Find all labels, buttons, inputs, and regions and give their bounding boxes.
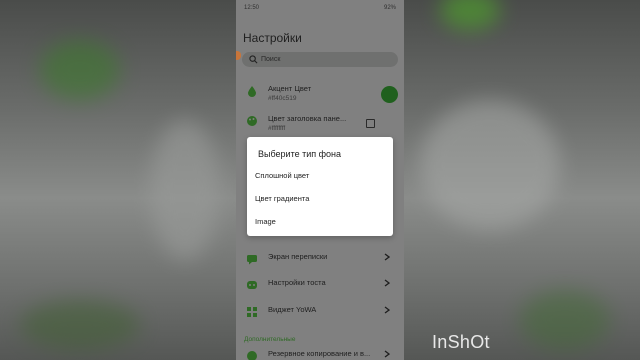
dialog-title: Выберите тип фона [258,149,341,159]
widget-label: Виджет YoWA [268,305,317,314]
header-color-label: Цвет заголовка пане... [268,114,347,123]
chat-screen-row[interactable]: Экран переписки [246,252,396,265]
status-bar: 12:50 92% [244,3,396,13]
chevron-right-icon [384,306,390,314]
accent-color-swatch[interactable] [381,86,398,103]
option-gradient-color[interactable]: Цвет градиента [255,194,309,203]
search-placeholder: Поиск [261,56,281,63]
inshot-watermark: InShOt [432,332,490,352]
toast-icon [247,281,257,289]
option-solid-color[interactable]: Сплошной цвет [255,171,309,180]
chevron-right-icon [384,350,390,358]
toast-settings-label: Настройки тоста [268,278,326,287]
droplet-icon [248,86,256,97]
header-color-value: #ffffffff [268,125,286,132]
chat-screen-label: Экран переписки [268,252,328,261]
widget-grid-icon [247,307,257,317]
status-battery: 92% [383,5,396,11]
status-time: 12:50 [244,5,260,11]
widget-row[interactable]: Виджет YoWA [246,305,396,318]
page-title: Настройки [243,31,302,45]
chevron-right-icon [384,253,390,261]
blurred-background-right [404,0,640,360]
blurred-background-left [0,0,236,360]
backup-label: Резервное копирование и в... [268,349,371,358]
edge-panel-handle[interactable] [236,51,241,60]
accent-color-value: #ff40c519 [268,95,297,102]
backup-icon [247,351,257,360]
chat-icon [247,255,257,265]
backup-row[interactable]: Резервное копирование и в... [246,349,396,360]
search-input[interactable]: Поиск [242,52,398,67]
section-header-additional: Дополнительные [244,336,296,343]
header-color-checkbox[interactable] [366,119,375,128]
option-image[interactable]: Image [255,217,276,226]
accent-color-label: Акцент Цвет [268,84,312,93]
search-icon [249,55,258,64]
background-type-dialog: Выберите тип фона Сплошной цвет Цвет гра… [247,137,393,236]
accent-color-row[interactable]: Акцент Цвет #ff40c519 [246,84,396,102]
palette-icon [247,116,257,126]
toast-settings-row[interactable]: Настройки тоста [246,278,396,291]
chevron-right-icon [384,279,390,287]
